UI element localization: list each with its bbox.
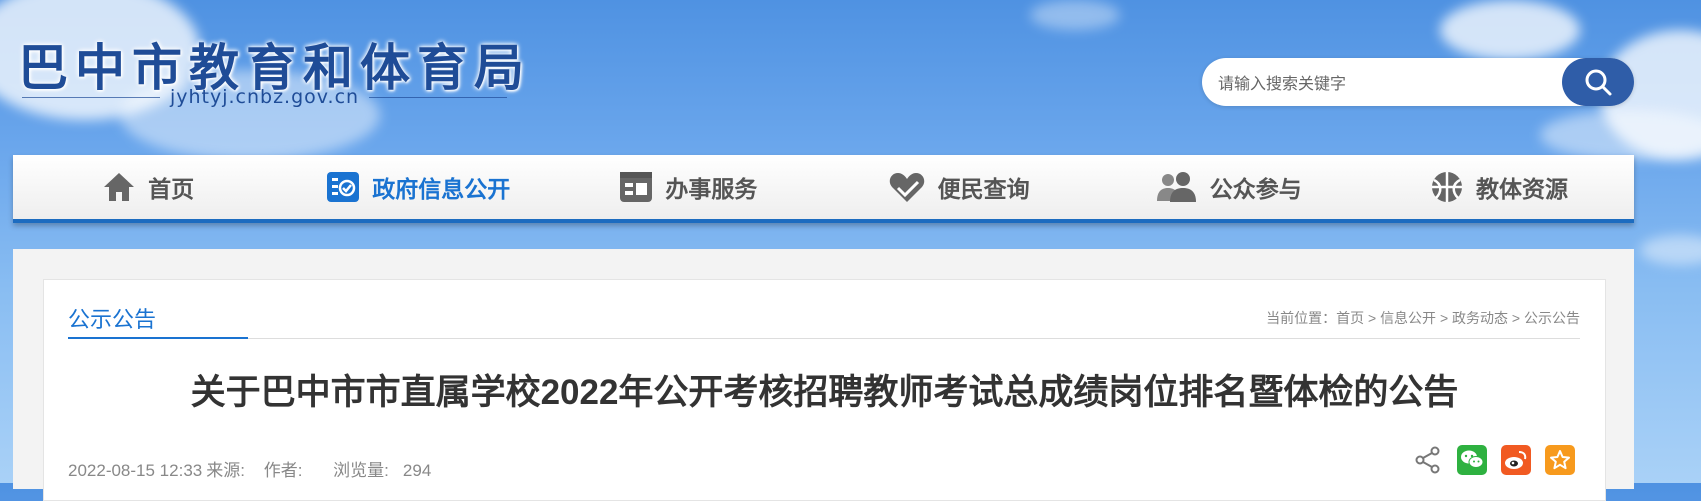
share-icon: [1415, 446, 1440, 474]
share-weibo-button[interactable]: [1501, 445, 1531, 475]
article-title: 关于巴中市市直属学校2022年公开考核招聘教师考试总成绩岗位排名暨体检的公告: [190, 373, 1459, 412]
weibo-icon: [1505, 451, 1527, 469]
nav-item-label: 公众参与: [1209, 176, 1302, 202]
search-icon: [1585, 69, 1612, 96]
nav-item-label: 政府信息公开: [372, 176, 511, 202]
nav-item-label: 便民查询: [937, 176, 1030, 202]
nav-item-resources[interactable]: 教体资源: [1364, 155, 1634, 219]
nav-item-gov-info[interactable]: 政府信息公开: [283, 155, 553, 219]
breadcrumb-gov-news[interactable]: 政务动态: [1452, 310, 1508, 326]
share-bar: [1413, 445, 1575, 475]
site-domain-row: jyhtyj.cnbz.gov.cn: [22, 86, 507, 108]
source-label: 来源:: [206, 461, 245, 480]
breadcrumb-prefix: 当前位置：: [1266, 310, 1337, 326]
info-check-icon: [327, 172, 360, 202]
nav-item-services[interactable]: 办事服务: [553, 155, 823, 219]
breadcrumb-notices[interactable]: 公示公告: [1524, 310, 1580, 326]
search-button[interactable]: [1562, 58, 1634, 106]
breadcrumb-separator: >: [1364, 310, 1381, 326]
section-title[interactable]: 公示公告: [68, 302, 156, 334]
nav-item-public-query[interactable]: 便民查询: [824, 155, 1094, 219]
share-favorite-button[interactable]: [1545, 445, 1575, 475]
wechat-icon: [1461, 450, 1484, 468]
section-header: 公示公告 当前位置：首页 > 信息公开 > 政务动态 > 公示公告: [68, 280, 1580, 339]
nav-item-home[interactable]: 首页: [13, 155, 283, 219]
people-icon: [1156, 172, 1196, 202]
main-nav: 首页 政府信息公开 办事服务 便民查询 公众参与 教体资源: [13, 155, 1634, 223]
nav-item-label: 办事服务: [665, 176, 758, 202]
divider: [369, 96, 507, 98]
ball-icon: [1431, 172, 1462, 202]
publish-date: 2022-08-15 12:33: [68, 461, 203, 480]
article-container: 公示公告 当前位置：首页 > 信息公开 > 政务动态 > 公示公告 关于巴中市市…: [43, 279, 1606, 501]
nav-item-label: 教体资源: [1475, 176, 1568, 202]
site-domain: jyhtyj.cnbz.gov.cn: [169, 86, 360, 108]
favorite-icon: [1550, 450, 1570, 470]
heart-hand-icon: [889, 173, 924, 202]
breadcrumb: 当前位置：首页 > 信息公开 > 政务动态 > 公示公告: [1266, 308, 1580, 328]
nav-item-label: 首页: [148, 176, 195, 202]
site-header: 巴中市教育和体育局 jyhtyj.cnbz.gov.cn: [0, 0, 1701, 155]
divider: [22, 96, 160, 98]
cloud-decoration: [1640, 235, 1701, 265]
article-meta: 2022-08-15 12:33 来源: 作者: 浏览量: 294: [68, 456, 459, 481]
breadcrumb-separator: >: [1436, 310, 1453, 326]
share-button[interactable]: [1413, 445, 1443, 475]
home-icon: [104, 173, 135, 201]
share-wechat-button[interactable]: [1457, 445, 1487, 475]
section-underline: [68, 337, 248, 339]
search-box: [1202, 58, 1634, 108]
author-label: 作者:: [263, 461, 303, 480]
views-count: 294: [402, 461, 432, 480]
breadcrumb-info-public[interactable]: 信息公开: [1380, 310, 1436, 326]
service-icon: [620, 172, 653, 202]
breadcrumb-home[interactable]: 首页: [1336, 310, 1364, 326]
views-label: 浏览量:: [333, 461, 389, 480]
search-input[interactable]: [1216, 58, 1550, 108]
nav-item-participation[interactable]: 公众参与: [1094, 155, 1364, 219]
breadcrumb-separator: >: [1508, 310, 1524, 326]
